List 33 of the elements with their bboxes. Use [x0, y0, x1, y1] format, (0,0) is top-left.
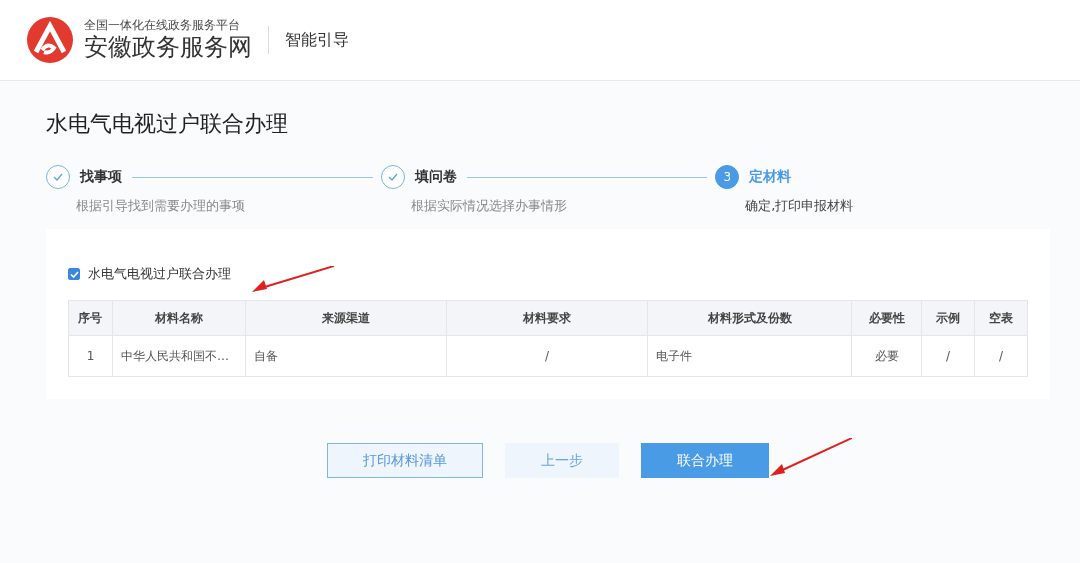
section-title: 智能引导	[285, 29, 349, 51]
column-header: 来源渠道	[245, 300, 447, 336]
table-cell: 电子件	[647, 335, 852, 377]
column-header: 必要性	[851, 300, 922, 336]
column-header: 材料名称	[112, 300, 246, 336]
table-cell: 必要	[851, 335, 922, 377]
column-header: 空表	[974, 300, 1028, 336]
table-cell: 自备	[245, 335, 447, 377]
page-title: 水电气电视过户联合办理	[46, 110, 289, 138]
logo-icon	[26, 16, 74, 64]
column-header: 序号	[68, 300, 113, 336]
step-description: 确定,打印申报材料	[745, 197, 855, 215]
action-button[interactable]: 联合办理	[641, 443, 769, 478]
step-title: 找事项	[80, 168, 122, 186]
table-cell: /	[921, 335, 975, 377]
table-cell: 1	[68, 335, 113, 377]
checkbox[interactable]	[68, 268, 80, 280]
column-header: 示例	[921, 300, 975, 336]
column-header: 材料形式及份数	[647, 300, 852, 336]
table-cell: 中华人民共和国不…	[112, 335, 246, 377]
site-name: 安徽政务服务网	[84, 32, 252, 62]
checkbox-label: 水电气电视过户联合办理	[88, 265, 231, 283]
action-button[interactable]: 打印材料清单	[327, 443, 483, 478]
step-description: 根据实际情况选择办事情形	[410, 197, 568, 215]
step-title: 填问卷	[414, 168, 457, 186]
platform-name: 全国一体化在线政务服务平台	[84, 18, 241, 32]
table-cell: /	[446, 335, 648, 377]
step-number: 3	[715, 165, 740, 189]
table-cell: /	[974, 335, 1028, 377]
step-description: 根据引导找到需要办理的事项	[76, 197, 246, 215]
step-title: 定材料	[749, 168, 792, 186]
action-button[interactable]: 上一步	[505, 443, 619, 478]
column-header: 材料要求	[446, 300, 648, 336]
